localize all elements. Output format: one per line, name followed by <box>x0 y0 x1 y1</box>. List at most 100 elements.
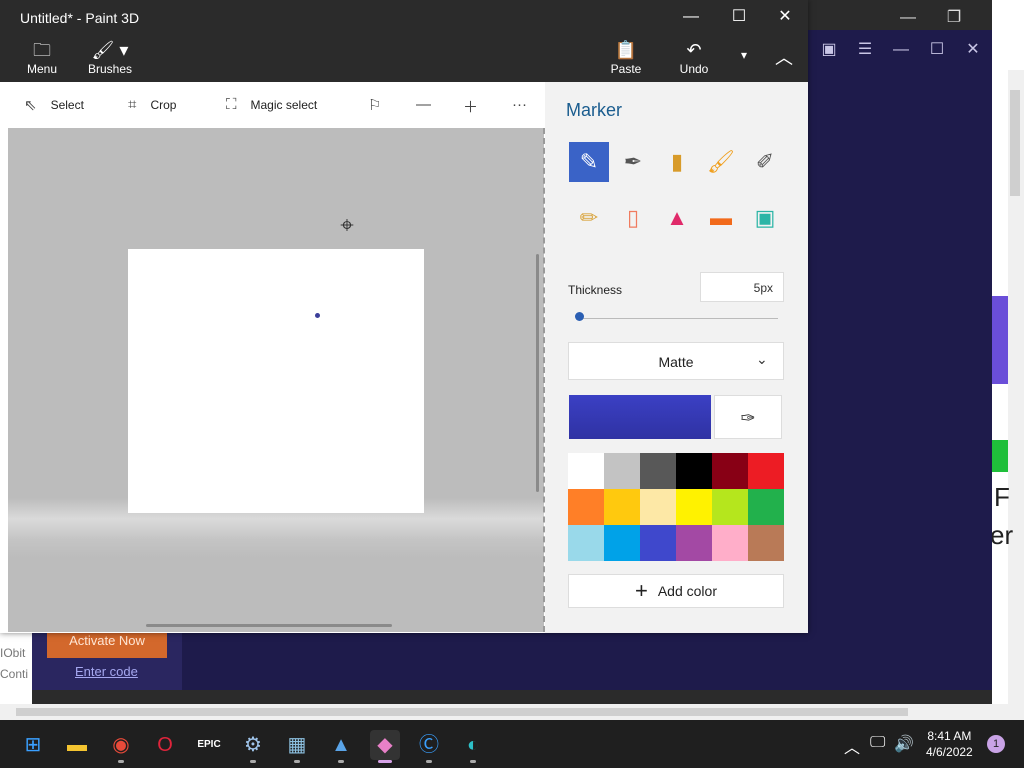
chrome-icon[interactable]: ◉ <box>106 730 136 760</box>
bg-horizontal-scroll-thumb[interactable] <box>16 708 908 716</box>
undo-button[interactable]: ↶ Undo <box>674 40 714 76</box>
calculator-icon[interactable]: ▦ <box>282 730 312 760</box>
color-swatch[interactable] <box>748 525 784 561</box>
background-app-window <box>808 30 992 690</box>
bg-page-text-fragment: F <box>994 482 1010 512</box>
thickness-slider[interactable] <box>576 318 778 319</box>
magic-select-tool[interactable]: ⛶ Magic select <box>226 96 317 113</box>
oil-brush-icon[interactable]: ▮ <box>657 142 697 182</box>
show-hidden-icons-chevron-icon[interactable]: ︿ <box>844 734 860 758</box>
chevron-up-icon: ︿ <box>775 48 793 68</box>
watercolor-icon[interactable]: 🖌 <box>701 142 741 182</box>
brushes-button[interactable]: 🖌 ▾ Brushes <box>86 40 134 76</box>
minimize-button[interactable]: — <box>668 4 714 30</box>
folder-icon: 🗀 <box>33 40 51 60</box>
file-explorer-icon[interactable]: ▬ <box>62 730 92 760</box>
color-swatch[interactable] <box>712 525 748 561</box>
crop-label: Crop <box>150 97 177 112</box>
settings-gear-icon[interactable]: ⚙ <box>238 730 268 760</box>
zoom-out-button[interactable]: — <box>416 96 431 113</box>
notification-badge[interactable]: 1 <box>987 735 1005 753</box>
color-swatch[interactable] <box>748 453 784 489</box>
add-color-button[interactable]: + Add color <box>568 574 784 608</box>
color-swatch[interactable] <box>568 489 604 525</box>
maximize-button[interactable]: ☐ <box>716 4 762 30</box>
flag-icon: ⚐ <box>368 97 382 114</box>
close-button[interactable]: ✕ <box>762 4 808 30</box>
epic-games-icon[interactable]: EPIC <box>194 730 224 760</box>
bg-vertical-scroll-thumb[interactable] <box>1010 90 1020 196</box>
running-indicator <box>338 760 344 763</box>
magic-select-icon: ⛶ <box>226 96 237 113</box>
finish-dropdown[interactable]: Matte <box>568 342 784 380</box>
bg-restore-icon[interactable]: ❐ <box>944 8 964 28</box>
color-swatch[interactable] <box>676 525 712 561</box>
color-swatch[interactable] <box>604 489 640 525</box>
thickness-slider-knob[interactable] <box>575 312 584 321</box>
paste-button[interactable]: 📋 Paste <box>606 40 646 76</box>
volume-icon[interactable]: 🔊 <box>894 734 914 754</box>
color-swatch[interactable] <box>568 453 604 489</box>
crop-tool[interactable]: ⌗ Crop <box>128 96 176 113</box>
drawing-canvas[interactable] <box>128 249 424 513</box>
color-swatch[interactable] <box>640 453 676 489</box>
close-icon[interactable]: ✕ <box>963 40 983 60</box>
bg-page-green-button[interactable] <box>992 440 1008 472</box>
enter-code-link[interactable]: Enter code <box>75 664 138 679</box>
thickness-input[interactable]: 5px <box>700 272 784 302</box>
running-indicator <box>250 760 256 763</box>
undo-history-dropdown[interactable]: ▾ <box>734 48 754 62</box>
pencil-icon[interactable]: ✏ <box>569 198 609 238</box>
network-icon[interactable]: 🖵 <box>870 734 885 752</box>
spray-can-icon[interactable]: ▬ <box>701 198 741 238</box>
ccleaner-icon[interactable]: Ⓒ <box>414 730 444 760</box>
color-swatch[interactable] <box>712 453 748 489</box>
clock-date: 4/6/2022 <box>926 745 973 759</box>
briefcase-icon[interactable]: ▣ <box>819 40 839 60</box>
running-indicator <box>294 760 300 763</box>
color-swatch[interactable] <box>748 489 784 525</box>
fill-bucket-icon[interactable]: ▣ <box>745 198 785 238</box>
clock-time: 8:41 AM <box>927 729 972 743</box>
workspace-vertical-scrollbar[interactable] <box>536 254 539 492</box>
current-color-swatch[interactable] <box>569 395 711 439</box>
eraser-icon[interactable]: ▯ <box>613 198 653 238</box>
workspace-horizontal-scrollbar[interactable] <box>146 624 392 627</box>
undo-icon: ↶ <box>686 40 702 60</box>
paint3d-taskbar-icon[interactable]: ◆ <box>370 730 400 760</box>
edge-icon[interactable]: ◐ <box>458 730 488 760</box>
magic-select-label: Magic select <box>250 97 318 112</box>
pixel-pen-icon[interactable]: ✐ <box>745 142 785 182</box>
color-swatch[interactable] <box>676 489 712 525</box>
color-swatch[interactable] <box>676 453 712 489</box>
window-title: Untitled* - Paint 3D <box>20 10 140 26</box>
system-clock[interactable]: 8:41 AM 4/6/2022 <box>926 728 973 760</box>
color-swatch[interactable] <box>712 489 748 525</box>
more-options-button[interactable]: ··· <box>512 96 527 113</box>
bg-page-banner <box>992 296 1008 384</box>
color-swatch[interactable] <box>604 453 640 489</box>
running-indicator <box>426 760 432 763</box>
collapse-ribbon-button[interactable]: ︿ <box>770 44 798 70</box>
calligraphy-pen-icon[interactable]: ✒ <box>613 142 653 182</box>
marker-brush-icon[interactable]: ✎ <box>569 142 609 182</box>
view-toggle-button[interactable]: ⚐ <box>368 96 381 114</box>
bg-minimize-icon[interactable]: — <box>898 8 918 28</box>
color-swatch[interactable] <box>568 525 604 561</box>
photos-icon[interactable]: ▲ <box>326 730 356 760</box>
start-windows-icon[interactable]: ⊞ <box>18 730 48 760</box>
maximize-icon[interactable]: ☐ <box>927 40 947 60</box>
opera-icon[interactable]: Ο <box>150 730 180 760</box>
hamburger-menu-icon[interactable]: ☰ <box>855 40 875 60</box>
menu-button[interactable]: 🗀 Menu <box>20 40 64 76</box>
crosshair-cursor-icon: ⌖ <box>340 212 354 239</box>
eyedropper-button[interactable]: ✑ <box>714 395 782 439</box>
select-tool[interactable]: ⇖ Select <box>24 96 84 114</box>
color-swatch[interactable] <box>640 489 676 525</box>
crayon-icon[interactable]: ▲ <box>657 198 697 238</box>
color-swatch[interactable] <box>640 525 676 561</box>
color-swatch[interactable] <box>604 525 640 561</box>
minimize-icon[interactable]: — <box>891 40 911 60</box>
marker-dot <box>315 313 320 318</box>
zoom-in-button[interactable]: ＋ <box>463 96 478 117</box>
